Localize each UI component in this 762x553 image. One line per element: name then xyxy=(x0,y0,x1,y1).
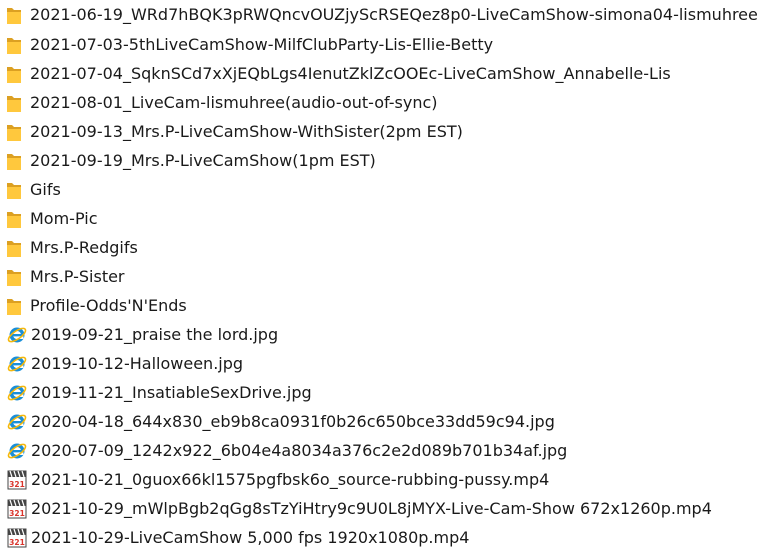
media-player-classic-icon: 321 xyxy=(6,498,28,520)
file-name: 2021-06-19_WRd7hBQK3pRWQncvOUZjyScRSEQez… xyxy=(30,5,758,24)
list-item[interactable]: 2021-09-13_Mrs.P-LiveCamShow-WithSister(… xyxy=(0,117,762,146)
file-name: 2021-10-29-LiveCamShow 5,000 fps 1920x10… xyxy=(31,527,470,547)
list-item[interactable]: Mrs.P-Redgifs xyxy=(0,233,762,262)
file-name: 2019-11-21_InsatiableSexDrive.jpg xyxy=(31,382,312,402)
list-item[interactable]: 2019-11-21_InsatiableSexDrive.jpg xyxy=(0,378,762,407)
file-name: 2021-09-19_Mrs.P-LiveCamShow(1pm EST) xyxy=(30,150,376,170)
list-item[interactable]: Profile-Odds'N'Ends xyxy=(0,291,762,320)
file-name: Mrs.P-Sister xyxy=(30,266,125,286)
svg-text:321: 321 xyxy=(9,509,25,518)
file-name: Mom-Pic xyxy=(30,208,98,228)
file-name: 2020-07-09_1242x922_6b04e4a8034a376c2e2d… xyxy=(31,440,568,460)
list-item[interactable]: 2019-10-12-Halloween.jpg xyxy=(0,349,762,378)
folder-icon xyxy=(6,208,22,230)
list-item[interactable]: 2021-06-19_WRd7hBQK3pRWQncvOUZjyScRSEQez… xyxy=(0,0,762,30)
internet-explorer-icon xyxy=(6,440,28,462)
folder-icon xyxy=(6,295,22,317)
file-list: 2021-06-19_WRd7hBQK3pRWQncvOUZjyScRSEQez… xyxy=(0,0,762,553)
file-name: 2021-09-13_Mrs.P-LiveCamShow-WithSister(… xyxy=(30,121,463,141)
folder-icon xyxy=(6,266,22,288)
list-item[interactable]: 321 2021-10-29_mWlpBgb2qGg8sTzYiHtry9c9U… xyxy=(0,494,762,523)
file-name: 2021-07-03-5thLiveCamShow-MilfClubParty-… xyxy=(30,34,494,54)
list-item[interactable]: Mom-Pic xyxy=(0,204,762,233)
file-name: Gifs xyxy=(30,179,61,199)
file-name: Profile-Odds'N'Ends xyxy=(30,295,187,315)
list-item[interactable]: 2019-09-21_praise the lord.jpg xyxy=(0,320,762,349)
file-name: Mrs.P-Redgifs xyxy=(30,237,138,257)
file-name: 2021-10-29_mWlpBgb2qGg8sTzYiHtry9c9U0L8j… xyxy=(31,498,712,518)
file-name: 2021-07-04_SqknSCd7xXjEQbLgs4IenutZklZcO… xyxy=(30,63,671,83)
folder-icon xyxy=(6,150,22,172)
folder-icon xyxy=(6,121,22,143)
file-name: 2021-08-01_LiveCam-lismuhree(audio-out-o… xyxy=(30,92,438,112)
internet-explorer-icon xyxy=(6,324,28,346)
list-item[interactable]: 2021-07-03-5thLiveCamShow-MilfClubParty-… xyxy=(0,30,762,59)
list-item[interactable]: 2021-07-04_SqknSCd7xXjEQbLgs4IenutZklZcO… xyxy=(0,59,762,88)
svg-text:321: 321 xyxy=(9,538,25,547)
folder-icon xyxy=(6,4,22,26)
list-item[interactable]: 2020-04-18_644x830_eb9b8ca0931f0b26c650b… xyxy=(0,407,762,436)
file-name: 2019-09-21_praise the lord.jpg xyxy=(31,324,279,344)
list-item[interactable]: 321 2021-10-29-LiveCamShow 5,000 fps 192… xyxy=(0,523,762,552)
list-item[interactable]: 2021-08-01_LiveCam-lismuhree(audio-out-o… xyxy=(0,88,762,117)
list-item[interactable]: 321 2021-10-21_0guox66kl1575pgfbsk6o_sou… xyxy=(0,465,762,494)
internet-explorer-icon xyxy=(6,353,28,375)
list-item[interactable]: 2021-09-19_Mrs.P-LiveCamShow(1pm EST) xyxy=(0,146,762,175)
file-name: 2021-10-21_0guox66kl1575pgfbsk6o_source-… xyxy=(31,469,550,489)
folder-icon xyxy=(6,237,22,259)
list-item[interactable]: Mrs.P-Sister xyxy=(0,262,762,291)
list-item[interactable]: Gifs xyxy=(0,175,762,204)
folder-icon xyxy=(6,34,22,56)
file-name: 2019-10-12-Halloween.jpg xyxy=(31,353,244,373)
media-player-classic-icon: 321 xyxy=(6,469,28,491)
folder-icon xyxy=(6,92,22,114)
svg-text:321: 321 xyxy=(9,480,25,489)
file-name: 2020-04-18_644x830_eb9b8ca0931f0b26c650b… xyxy=(31,411,555,431)
folder-icon xyxy=(6,179,22,201)
media-player-classic-icon: 321 xyxy=(6,527,28,549)
internet-explorer-icon xyxy=(6,382,28,404)
internet-explorer-icon xyxy=(6,411,28,433)
list-item[interactable]: 2020-07-09_1242x922_6b04e4a8034a376c2e2d… xyxy=(0,436,762,465)
folder-icon xyxy=(6,63,22,85)
